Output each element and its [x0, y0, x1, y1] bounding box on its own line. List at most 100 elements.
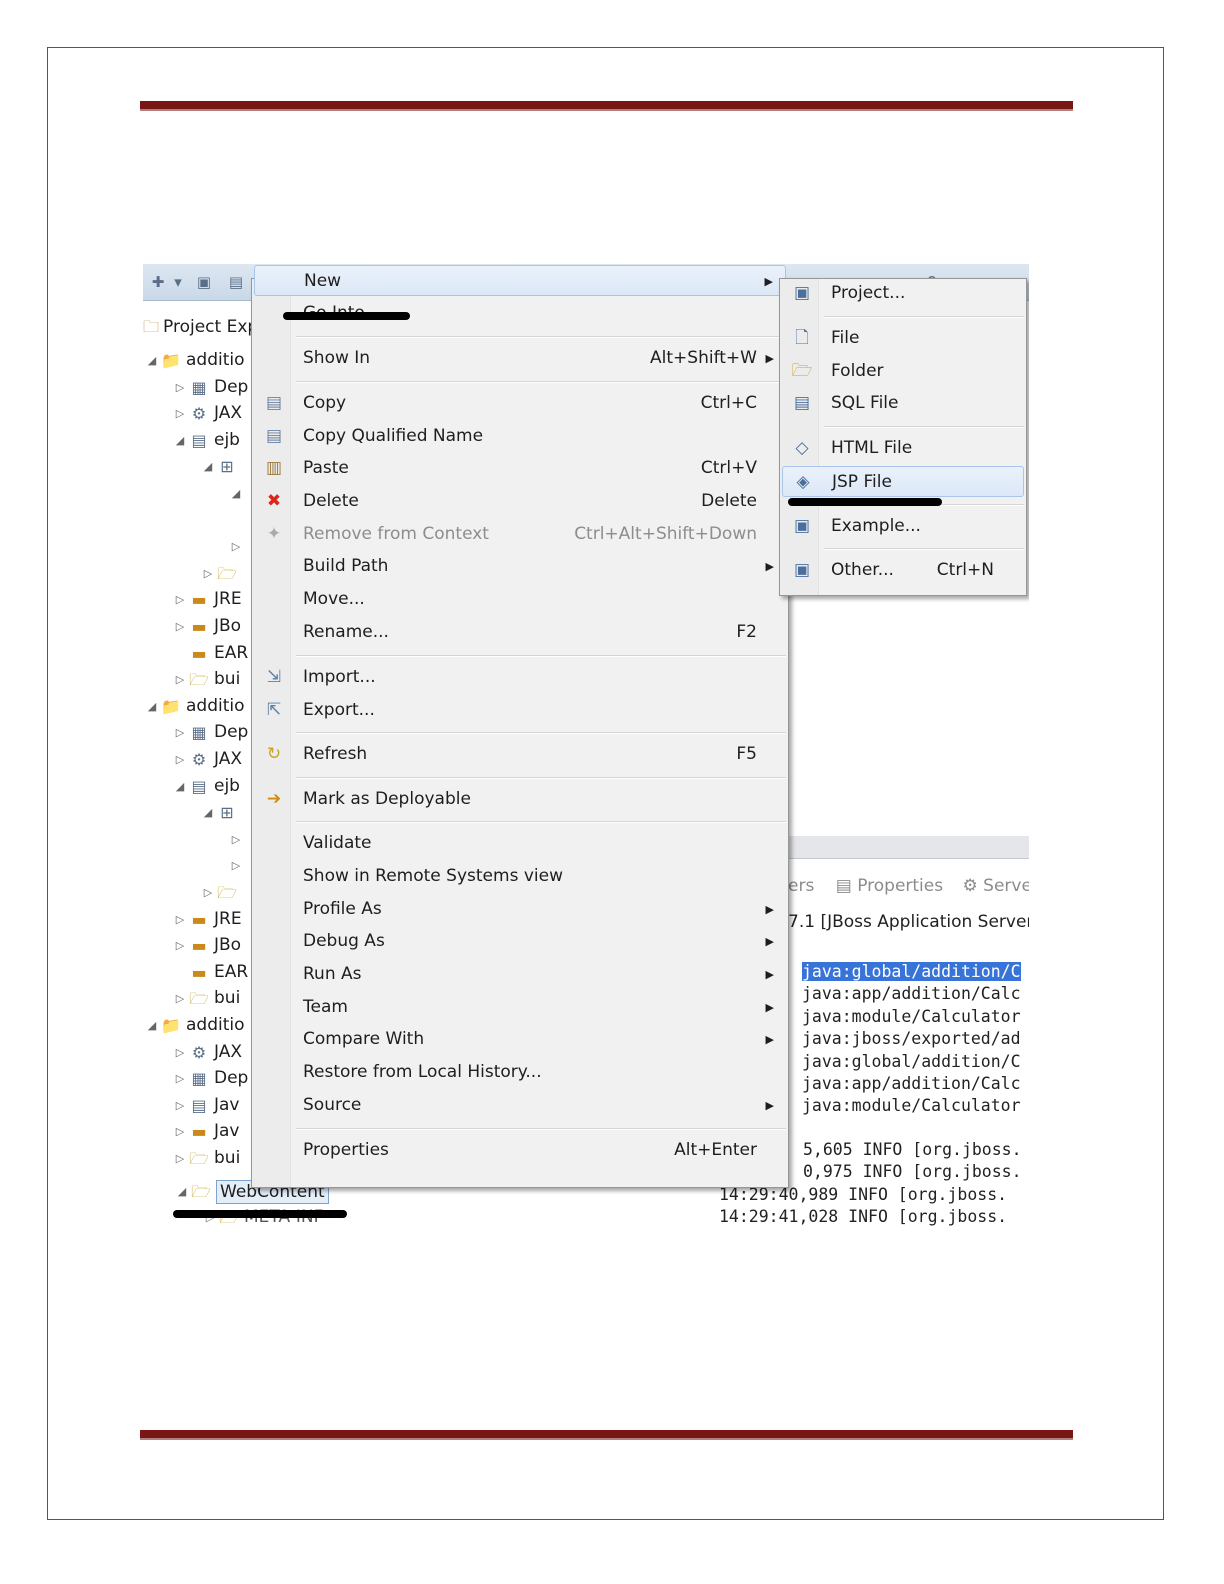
twisty-icon[interactable]: ▷: [173, 1065, 187, 1092]
menu-item-new[interactable]: New ▶: [254, 265, 786, 296]
menu-item-team[interactable]: Team ▶: [254, 992, 786, 1023]
tree-item[interactable]: ▷ ⚙ JAX: [173, 400, 242, 427]
menu-item-rename[interactable]: Rename... F2: [254, 617, 786, 648]
twisty-icon[interactable]: ▷: [173, 613, 187, 640]
submenu-item-folder[interactable]: 🗁 Folder: [782, 356, 1024, 387]
menu-item-copy-qualified-name[interactable]: ▤ Copy Qualified Name: [254, 421, 786, 452]
tree-item[interactable]: ▷ ▤ Jav: [173, 1092, 240, 1119]
tree-item[interactable]: ▷ ▦ Dep: [173, 719, 249, 746]
submenu-item-sql-file[interactable]: ▤ SQL File: [782, 388, 1024, 419]
twisty-icon[interactable]: ▷: [229, 826, 243, 853]
twisty-icon[interactable]: ▷: [173, 400, 187, 427]
menu-item-remove-from-context[interactable]: ✦ Remove from Context Ctrl+Alt+Shift+Down: [254, 519, 786, 550]
tree-item[interactable]: ◢ 📁 additio: [145, 347, 245, 374]
menu-item-export[interactable]: ⇱ Export...: [254, 695, 786, 726]
tree-item[interactable]: ▬ EAR: [173, 959, 248, 986]
project-explorer-tab[interactable]: 🗀 Project Exp: [143, 314, 258, 340]
menu-item-compare-with[interactable]: Compare With ▶: [254, 1024, 786, 1055]
tree-item[interactable]: ▷ ▬ JRE: [173, 906, 242, 933]
tree-item[interactable]: ◢ ▤ ejb: [173, 773, 240, 800]
menu-item-show-in-remote-systems-view[interactable]: Show in Remote Systems view: [254, 861, 786, 892]
twisty-icon[interactable]: ▷: [173, 746, 187, 773]
submenu-item-project[interactable]: ▣ Project...: [782, 278, 1024, 309]
tree-item[interactable]: [229, 507, 243, 534]
tree-item[interactable]: ▷ ▬ JBo: [173, 932, 241, 959]
menu-item-show-in[interactable]: Show In Alt+Shift+W ▶: [254, 343, 786, 374]
new-wizard-icon[interactable]: ✚: [149, 273, 167, 291]
tree-item[interactable]: ▷ ▬ JBo: [173, 613, 241, 640]
submenu-item-other[interactable]: ▣ Other... Ctrl+N: [782, 555, 1024, 586]
dropdown-icon[interactable]: ▾: [169, 273, 187, 291]
twisty-icon[interactable]: ◢: [173, 427, 187, 454]
tree-item[interactable]: ▷ ⚙ JAX: [173, 1039, 242, 1066]
twisty-icon[interactable]: ▷: [173, 1039, 187, 1066]
menu-item-profile-as[interactable]: Profile As ▶: [254, 894, 786, 925]
tree-item[interactable]: ◢ ▤ ejb: [173, 427, 240, 454]
twisty-icon[interactable]: ◢: [229, 480, 243, 507]
menu-item-copy[interactable]: ▤ Copy Ctrl+C: [254, 388, 786, 419]
tree-item[interactable]: ▷ 🗁 bui: [173, 1145, 241, 1172]
tree-item[interactable]: ◢ ⊞: [201, 453, 242, 480]
twisty-icon[interactable]: ◢: [145, 347, 159, 374]
twisty-icon[interactable]: ◢: [145, 1012, 159, 1039]
tree-item[interactable]: ▷: [229, 533, 243, 560]
twisty-icon[interactable]: ▷: [173, 906, 187, 933]
tab-servers[interactable]: ers: [788, 876, 814, 896]
tree-item[interactable]: ▷ ▦ Dep: [173, 374, 249, 401]
tree-item[interactable]: ▷ 🗁 bui: [173, 666, 241, 693]
save-all-icon[interactable]: ▤: [227, 273, 245, 291]
tree-item[interactable]: ◢ 📁 additio: [145, 1012, 245, 1039]
menu-item-mark-as-deployable[interactable]: ➔ Mark as Deployable: [254, 784, 786, 815]
twisty-icon[interactable]: ▷: [229, 533, 243, 560]
twisty-icon[interactable]: ▷: [173, 1118, 187, 1145]
twisty-icon[interactable]: ◢: [173, 773, 187, 800]
twisty-icon[interactable]: ▷: [173, 719, 187, 746]
menu-item-debug-as[interactable]: Debug As ▶: [254, 926, 786, 957]
tree-item[interactable]: ▷ ▦ Dep: [173, 1065, 249, 1092]
submenu-item-jsp-file[interactable]: ◈ JSP File: [782, 466, 1024, 497]
menu-item-delete[interactable]: ✖ Delete Delete: [254, 486, 786, 517]
twisty-icon[interactable]: ▷: [201, 879, 215, 906]
save-icon[interactable]: ▣: [195, 273, 213, 291]
tree-item[interactable]: ▬ EAR: [173, 640, 248, 667]
tree-item[interactable]: ▷ ▬ JRE: [173, 586, 242, 613]
twisty-icon[interactable]: ◢: [175, 1178, 189, 1205]
menu-item-refresh[interactable]: ↻ Refresh F5: [254, 739, 786, 770]
menu-item-properties[interactable]: Properties Alt+Enter: [254, 1135, 786, 1166]
tab-server[interactable]: Server: [983, 876, 1029, 896]
twisty-icon[interactable]: ▷: [173, 932, 187, 959]
twisty-icon[interactable]: ▷: [229, 852, 243, 879]
tree-item[interactable]: ◢ ⊞: [201, 799, 242, 826]
twisty-icon[interactable]: ▷: [173, 1145, 187, 1172]
menu-item-move[interactable]: Move...: [254, 584, 786, 615]
twisty-icon[interactable]: ▷: [173, 1092, 187, 1119]
twisty-icon[interactable]: ▷: [173, 586, 187, 613]
twisty-icon[interactable]: ▷: [173, 374, 187, 401]
submenu-item-example[interactable]: ▣ Example...: [782, 511, 1024, 542]
tree-item[interactable]: ◢ 📁 additio: [145, 693, 245, 720]
twisty-icon[interactable]: ▷: [173, 985, 187, 1012]
submenu-item-html-file[interactable]: ◇ HTML File: [782, 433, 1024, 464]
tree-item[interactable]: ▷: [229, 826, 243, 853]
tab-properties[interactable]: Properties: [857, 876, 943, 896]
menu-item-source[interactable]: Source ▶: [254, 1090, 786, 1121]
tree-item[interactable]: ▷ 🗁: [201, 560, 242, 587]
tree-item[interactable]: ▷ 🗁 bui: [173, 985, 241, 1012]
menu-item-import[interactable]: ⇲ Import...: [254, 662, 786, 693]
twisty-icon[interactable]: ▷: [173, 666, 187, 693]
submenu-item-file[interactable]: 🗋 File: [782, 323, 1024, 354]
tree-item[interactable]: ▷: [229, 852, 243, 879]
menu-item-restore-from-local-history[interactable]: Restore from Local History...: [254, 1057, 786, 1088]
menu-item-build-path[interactable]: Build Path ▶: [254, 551, 786, 582]
twisty-icon[interactable]: ◢: [201, 453, 215, 480]
tree-item[interactable]: ▷ ▬ Jav: [173, 1118, 240, 1145]
twisty-icon[interactable]: ▷: [201, 560, 215, 587]
menu-item-paste[interactable]: ▥ Paste Ctrl+V: [254, 453, 786, 484]
menu-item-run-as[interactable]: Run As ▶: [254, 959, 786, 990]
twisty-icon[interactable]: ◢: [201, 799, 215, 826]
twisty-icon[interactable]: ◢: [145, 693, 159, 720]
tree-item[interactable]: ▷ 🗁: [201, 879, 242, 906]
tree-item[interactable]: ▷ ⚙ JAX: [173, 746, 242, 773]
tree-item[interactable]: ◢: [229, 480, 243, 507]
menu-item-validate[interactable]: Validate: [254, 828, 786, 859]
